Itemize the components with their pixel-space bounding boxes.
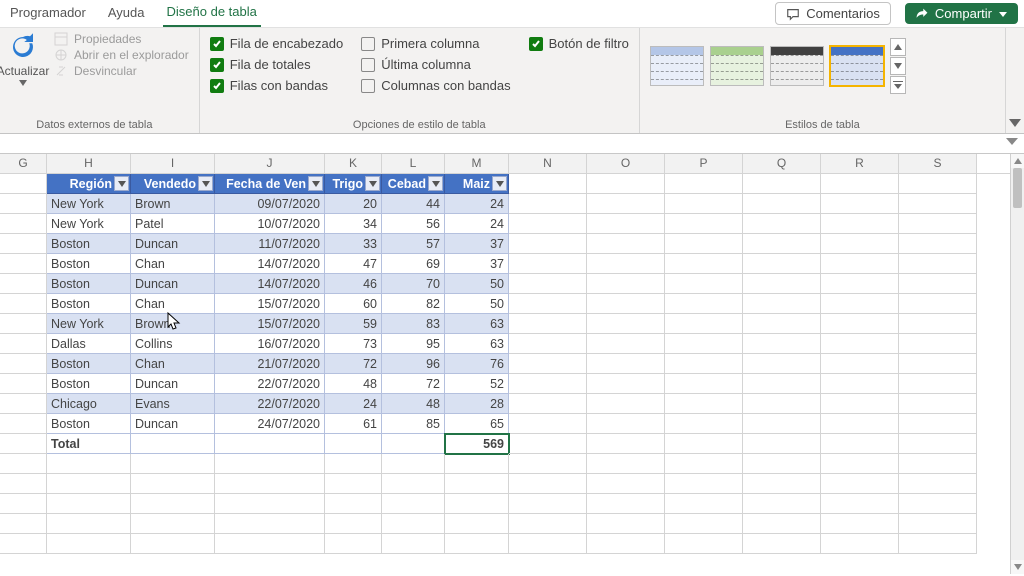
table-total-row[interactable]: Total569 — [0, 434, 1024, 454]
ribbon-tabstrip: Programador Ayuda Diseño de tabla Coment… — [0, 0, 1024, 28]
tab-ayuda[interactable]: Ayuda — [104, 1, 149, 26]
filter-dropdown-icon[interactable] — [114, 176, 129, 191]
group-styles-label: Estilos de tabla — [650, 117, 995, 131]
empty-row[interactable] — [0, 494, 1024, 514]
comment-icon — [786, 7, 800, 21]
check-fila-totales[interactable]: Fila de totales — [210, 57, 343, 72]
table-header-Maiz[interactable]: Maiz — [445, 174, 509, 194]
table-row[interactable]: BostonChan14/07/2020476937 — [0, 254, 1024, 274]
gallery-more[interactable] — [890, 76, 906, 94]
chevron-down-icon — [19, 80, 27, 86]
tab-programador[interactable]: Programador — [6, 1, 90, 26]
column-header-O[interactable]: O — [587, 154, 665, 173]
ribbon: Actualizar Propiedades Abrir en el explo… — [0, 28, 1024, 134]
formula-bar-collapsed — [0, 134, 1024, 154]
tab-diseno-tabla[interactable]: Diseño de tabla — [163, 0, 261, 27]
table-row[interactable]: BostonChan15/07/2020608250 — [0, 294, 1024, 314]
ribbon-collapse[interactable] — [1006, 28, 1024, 133]
table-row[interactable]: BostonDuncan24/07/2020618565 — [0, 414, 1024, 434]
table-style-2[interactable] — [710, 46, 764, 86]
chevron-down-icon — [998, 9, 1008, 19]
table-header-Fecha de Ven[interactable]: Fecha de Ven — [215, 174, 325, 194]
empty-row[interactable] — [0, 534, 1024, 554]
column-header-H[interactable]: H — [47, 154, 131, 173]
column-header-M[interactable]: M — [445, 154, 509, 173]
column-header-R[interactable]: R — [821, 154, 899, 173]
vertical-scrollbar[interactable] — [1010, 154, 1024, 574]
filter-dropdown-icon[interactable] — [198, 176, 213, 191]
unlink-button[interactable]: Desvincular — [54, 64, 189, 78]
group-external-label: Datos externos de tabla — [0, 117, 189, 131]
column-header-I[interactable]: I — [131, 154, 215, 173]
table-row[interactable]: New YorkBrown09/07/2020204424 — [0, 194, 1024, 214]
share-label: Compartir — [935, 6, 992, 21]
table-style-3[interactable] — [770, 46, 824, 86]
table-row[interactable]: DallasCollins16/07/2020739563 — [0, 334, 1024, 354]
sheet-rows[interactable]: RegiónVendedoFecha de VenTrigoCebadMaizN… — [0, 174, 1024, 554]
refresh-label: Actualizar — [0, 64, 49, 78]
table-row[interactable]: BostonDuncan22/07/2020487252 — [0, 374, 1024, 394]
check-primera-columna[interactable]: Primera columna — [361, 36, 510, 51]
table-row[interactable]: BostonChan21/07/2020729676 — [0, 354, 1024, 374]
table-header-row: RegiónVendedoFecha de VenTrigoCebadMaiz — [0, 174, 1024, 194]
check-boton-filtro[interactable]: Botón de filtro — [529, 36, 629, 51]
column-headers[interactable]: GHIJKLMNOPQRS — [0, 154, 1024, 174]
empty-row[interactable] — [0, 474, 1024, 494]
scroll-thumb[interactable] — [1013, 168, 1022, 208]
group-options-label: Opciones de estilo de tabla — [210, 117, 629, 131]
column-header-P[interactable]: P — [665, 154, 743, 173]
table-row[interactable]: New YorkPatel10/07/2020345624 — [0, 214, 1024, 234]
empty-row[interactable] — [0, 514, 1024, 534]
gallery-scroll-down[interactable] — [890, 57, 906, 75]
empty-row[interactable] — [0, 454, 1024, 474]
table-style-4-selected[interactable] — [830, 46, 884, 86]
filter-dropdown-icon[interactable] — [492, 176, 507, 191]
table-header-Región[interactable]: Región — [47, 174, 131, 194]
column-header-Q[interactable]: Q — [743, 154, 821, 173]
scroll-down[interactable] — [1011, 560, 1024, 574]
table-row[interactable]: BostonDuncan11/07/2020335737 — [0, 234, 1024, 254]
table-header-Trigo[interactable]: Trigo — [325, 174, 382, 194]
column-header-N[interactable]: N — [509, 154, 587, 173]
column-header-S[interactable]: S — [899, 154, 977, 173]
table-row[interactable]: New YorkBrown15/07/2020598363 — [0, 314, 1024, 334]
formula-bar-expand[interactable] — [1006, 136, 1018, 146]
check-fila-encabezado[interactable]: Fila de encabezado — [210, 36, 343, 51]
table-row[interactable]: BostonDuncan14/07/2020467050 — [0, 274, 1024, 294]
refresh-icon — [8, 32, 38, 62]
properties-button[interactable]: Propiedades — [54, 32, 189, 46]
refresh-splitbutton[interactable]: Actualizar — [0, 32, 46, 86]
spreadsheet[interactable]: GHIJKLMNOPQRS RegiónVendedoFecha de VenT… — [0, 154, 1024, 574]
column-header-L[interactable]: L — [382, 154, 445, 173]
share-button[interactable]: Compartir — [905, 3, 1018, 24]
table-row[interactable]: ChicagoEvans22/07/2020244828 — [0, 394, 1024, 414]
check-ultima-columna[interactable]: Última columna — [361, 57, 510, 72]
check-columnas-bandas[interactable]: Columnas con bandas — [361, 78, 510, 93]
filter-dropdown-icon[interactable] — [308, 176, 323, 191]
share-icon — [915, 7, 929, 21]
column-header-K[interactable]: K — [325, 154, 382, 173]
filter-dropdown-icon[interactable] — [365, 176, 380, 191]
filter-dropdown-icon[interactable] — [428, 176, 443, 191]
table-style-1[interactable] — [650, 46, 704, 86]
scroll-up[interactable] — [1011, 154, 1024, 168]
column-header-G[interactable]: G — [0, 154, 47, 173]
open-browser-button[interactable]: Abrir en el explorador — [54, 48, 189, 62]
column-header-J[interactable]: J — [215, 154, 325, 173]
comments-label: Comentarios — [806, 6, 880, 21]
table-styles-gallery[interactable] — [650, 32, 906, 94]
comments-button[interactable]: Comentarios — [775, 2, 891, 25]
check-filas-bandas[interactable]: Filas con bandas — [210, 78, 343, 93]
table-header-Cebad[interactable]: Cebad — [382, 174, 445, 194]
table-header-Vendedo[interactable]: Vendedo — [131, 174, 215, 194]
gallery-scroll-up[interactable] — [890, 38, 906, 56]
